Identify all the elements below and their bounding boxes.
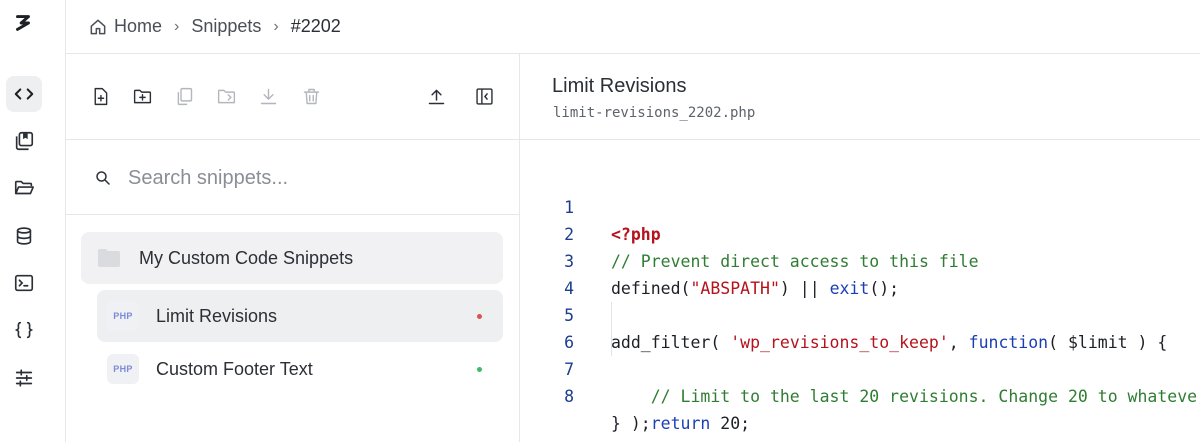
folder-open-icon [14, 180, 34, 195]
collapse-panel-button[interactable] [472, 84, 496, 108]
collapse-panel-icon [475, 87, 493, 105]
code-line: 5 add_filter( 'wp_revisions_to_keep', fu… [520, 275, 1200, 352]
trash-icon [303, 88, 319, 104]
braces-icon [14, 321, 34, 339]
nav-json-button[interactable] [6, 312, 42, 348]
php-badge: PHP [107, 301, 139, 331]
breadcrumb-home-link[interactable]: Home [114, 16, 162, 37]
indent-guide [611, 329, 612, 356]
search-input[interactable] [128, 162, 488, 194]
code-line: 1 <?php [520, 167, 1200, 244]
code-line: 4 [520, 248, 1200, 298]
app-logo-icon[interactable] [10, 10, 36, 36]
new-folder-button[interactable] [130, 84, 154, 108]
snippet-item-custom-footer-text[interactable]: PHP Custom Footer Text [97, 343, 503, 395]
top-bar: Home › Snippets › #2202 [66, 0, 1200, 54]
folder-item[interactable]: My Custom Code Snippets [81, 232, 503, 284]
breadcrumb-snippets-link[interactable]: Snippets [191, 16, 261, 37]
code-area[interactable]: 1 <?php 2 // Prevent direct access to th… [520, 167, 1200, 433]
snippet-toolbar [66, 54, 519, 140]
nav-library-button[interactable] [6, 123, 42, 159]
move-button[interactable] [214, 84, 238, 108]
code-line: 8 } ); [520, 356, 1200, 433]
sliders-icon [15, 369, 33, 387]
indent-guide [611, 302, 612, 329]
new-file-icon [94, 87, 107, 105]
code-line: 3 defined("ABSPATH") || exit(); [520, 221, 1200, 298]
code-editor: Limit Revisions limit-revisions_2202.php… [520, 54, 1200, 442]
terminal-icon [14, 274, 34, 292]
editor-header: Limit Revisions limit-revisions_2202.php [520, 54, 1200, 140]
home-icon [90, 19, 106, 34]
snippet-label: Limit Revisions [156, 305, 278, 326]
nav-settings-button[interactable] [6, 360, 42, 396]
download-icon [260, 88, 276, 104]
upload-icon [428, 89, 444, 104]
status-dot [477, 314, 482, 319]
duplicate-icon [177, 87, 192, 105]
chevron-right-icon: › [174, 17, 180, 35]
nav-database-button[interactable] [6, 218, 42, 254]
php-badge: PHP [107, 354, 139, 384]
folder-label: My Custom Code Snippets [139, 247, 354, 268]
code-icon [14, 88, 34, 100]
nav-snippets-button[interactable] [6, 76, 42, 112]
status-dot [477, 367, 482, 372]
folder-icon [98, 249, 120, 267]
snippet-title: Limit Revisions [552, 75, 687, 97]
nav-terminal-button[interactable] [6, 265, 42, 301]
library-icon [15, 131, 34, 151]
code-line: 2 // Prevent direct access to this file [520, 194, 1200, 271]
breadcrumb: Home › Snippets › #2202 [88, 16, 341, 37]
code-line: 6 // Limit to the last 20 revisions. Cha… [520, 302, 1200, 406]
move-folder-icon [217, 89, 235, 103]
duplicate-button[interactable] [172, 84, 196, 108]
upload-button[interactable] [424, 84, 448, 108]
snippets-panel: My Custom Code Snippets PHP Limit Revisi… [66, 54, 520, 442]
snippet-label: Custom Footer Text [156, 358, 313, 379]
chevron-right-icon: › [273, 17, 279, 35]
search-icon [96, 171, 110, 185]
icon-rail [0, 0, 66, 442]
database-icon [16, 227, 32, 245]
line-text: // Limit to the last 20 revisions. Chang… [650, 387, 1200, 406]
download-button[interactable] [256, 84, 280, 108]
line-number: 8 [564, 387, 574, 406]
delete-button[interactable] [299, 84, 323, 108]
snippet-item-limit-revisions[interactable]: PHP Limit Revisions [97, 290, 503, 342]
code-line: 7 return 20; [520, 329, 1200, 433]
search-bar [66, 140, 519, 215]
new-folder-icon [133, 89, 151, 103]
new-snippet-button[interactable] [88, 84, 112, 108]
snippet-filename: limit-revisions_2202.php [553, 105, 756, 121]
breadcrumb-current: #2202 [290, 16, 341, 36]
line-text: } ); [611, 414, 651, 433]
nav-files-button[interactable] [6, 170, 42, 206]
